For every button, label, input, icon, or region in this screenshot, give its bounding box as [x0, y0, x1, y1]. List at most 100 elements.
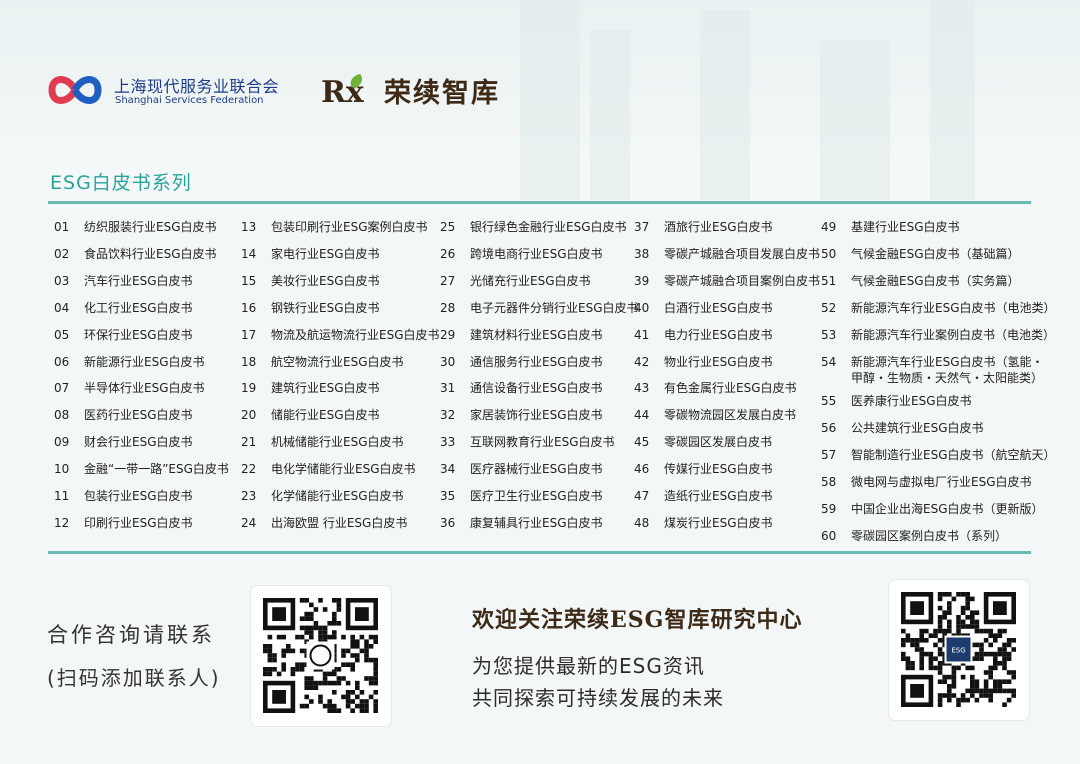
whitepaper-item: 44 零碳物流园区发展白皮书: [634, 408, 796, 423]
whitepaper-title: 家居装饰行业ESG白皮书: [470, 408, 603, 423]
whitepaper-number: 32: [440, 408, 456, 423]
background-building: [930, 0, 975, 200]
whitepaper-item: 13 包装印刷行业ESG案例白皮书: [241, 220, 428, 235]
qr-center-label: ESG: [951, 647, 965, 655]
whitepaper-title: 酒旅行业ESG白皮书: [664, 220, 773, 234]
whitepaper-title: 钢铁行业ESG白皮书: [271, 300, 380, 315]
whitepaper-number: 24: [241, 515, 257, 530]
whitepaper-item: 23 化学储能行业ESG白皮书: [241, 489, 404, 504]
whitepaper-item: 24 出海欧盟 行业ESG白皮书: [241, 515, 407, 531]
section-title: ESG白皮书系列: [50, 172, 192, 194]
whitepaper-title: 电子元器件分销行业ESG白皮书: [470, 300, 639, 315]
whitepaper-title: 建筑行业ESG白皮书: [271, 381, 380, 396]
whitepaper-item: 29 建筑材料行业ESG白皮书: [440, 328, 603, 343]
whitepaper-item: 15 美妆行业ESG白皮书: [241, 273, 380, 289]
whitepaper-title: 包装印刷行业ESG案例白皮书: [271, 220, 428, 234]
top-divider: [48, 201, 1031, 204]
whitepaper-item: 04 化工行业ESG白皮书: [54, 300, 193, 316]
whitepaper-title: 出海欧盟 行业ESG白皮书: [271, 515, 408, 530]
whitepaper-title: 零碳产城融合项目发展白皮书: [664, 246, 821, 261]
whitepaper-title: 包装行业ESG白皮书: [84, 489, 193, 503]
contact-heading: 合作咨询请联系: [47, 623, 215, 647]
whitepaper-title: 财会行业ESG白皮书: [84, 435, 193, 450]
rx-leaf-logo-icon: Rx: [321, 74, 365, 108]
whitepaper-title: 气候金融ESG白皮书（基础篇）: [851, 246, 1020, 261]
whitepaper-title: 通信服务行业ESG白皮书: [470, 354, 603, 369]
whitepaper-item: 49 基建行业ESG白皮书: [821, 220, 960, 235]
whitepaper-item: 14 家电行业ESG白皮书: [241, 247, 380, 262]
qr-pattern-icon: [263, 598, 378, 713]
whitepaper-number: 43: [634, 381, 650, 396]
whitepaper-number: 02: [54, 246, 70, 261]
whitepaper-item: 36 康复辅具行业ESG白皮书: [440, 516, 603, 531]
whitepaper-number: 30: [440, 354, 456, 369]
whitepaper-title: 零碳园区发展白皮书: [664, 435, 773, 450]
whitepaper-title: 有色金属行业ESG白皮书: [664, 381, 797, 396]
federation-name-en: Shanghai Services Federation: [115, 95, 264, 106]
wechat-qr-code[interactable]: [251, 586, 391, 726]
whitepaper-title: 跨境电商行业ESG白皮书: [470, 246, 603, 261]
whitepaper-item: 53 新能源汽车行业案例白皮书（电池类）: [821, 328, 1055, 343]
whitepaper-number: 11: [54, 489, 70, 503]
whitepaper-title: 白酒行业ESG白皮书: [664, 300, 773, 315]
whitepaper-item: 19 建筑行业ESG白皮书: [241, 381, 380, 396]
whitepaper-number: 44: [634, 408, 650, 423]
whitepaper-item: 38 零碳产城融合项目发展白皮书: [634, 247, 820, 262]
whitepaper-number: 21: [241, 435, 257, 450]
whitepaper-number: 25: [440, 220, 456, 234]
whitepaper-title: 智能制造行业ESG白皮书（航空航天）: [851, 448, 1056, 463]
whitepaper-item: 31 通信设备行业ESG白皮书: [440, 381, 603, 396]
whitepaper-title: 新能源行业ESG白皮书: [84, 354, 205, 369]
whitepaper-item: 26 跨境电商行业ESG白皮书: [440, 246, 603, 262]
whitepaper-title: 煤炭行业ESG白皮书: [664, 515, 773, 530]
whitepaper-item: 18 航空物流行业ESG白皮书: [241, 354, 404, 370]
whitepaper-title: 新能源汽车行业ESG白皮书（氢能・: [851, 354, 1044, 369]
whitepaper-item: 60 零碳园区案例白皮书（系列）: [821, 529, 1007, 544]
whitepaper-number: 40: [634, 300, 650, 315]
whitepaper-number: 26: [440, 246, 456, 261]
bottom-divider: [48, 551, 1031, 554]
whitepaper-title-continued: 甲醇・生物质・天然气・太阳能类）: [851, 370, 1044, 385]
whitepaper-number: 18: [241, 354, 257, 369]
whitepaper-number: 28: [440, 300, 456, 315]
contact-subheading: (扫码添加联系人): [47, 666, 221, 690]
whitepaper-title: 零碳园区案例白皮书（系列）: [851, 528, 1008, 543]
whitepaper-title: 金融“一带一路”ESG白皮书: [84, 462, 229, 477]
federation-name-cn: 上海现代服务业联合会: [114, 77, 280, 96]
whitepaper-number: 15: [241, 273, 257, 288]
whitepaper-number: 17: [241, 327, 257, 342]
whitepaper-number: 54: [821, 354, 837, 369]
whitepaper-item: 30 通信服务行业ESG白皮书: [440, 354, 603, 370]
whitepaper-item: 47 造纸行业ESG白皮书: [634, 489, 773, 504]
whitepaper-title: 通信设备行业ESG白皮书: [470, 381, 603, 396]
whitepaper-item: 08 医药行业ESG白皮书: [54, 408, 193, 423]
whitepaper-title: 基建行业ESG白皮书: [851, 220, 960, 234]
whitepaper-number: 27: [440, 273, 456, 288]
whitepaper-item: 09 财会行业ESG白皮书: [54, 435, 193, 450]
whitepaper-item: 57 智能制造行业ESG白皮书（航空航天）: [821, 448, 1056, 463]
whitepaper-title: 建筑材料行业ESG白皮书: [470, 327, 603, 342]
whitepaper-title: 中国企业出海ESG白皮书（更新版）: [851, 502, 1044, 516]
whitepaper-number: 46: [634, 462, 650, 477]
official-account-qr-code[interactable]: ESG: [889, 580, 1029, 720]
whitepaper-title: 电力行业ESG白皮书: [664, 327, 773, 342]
whitepaper-number: 59: [821, 502, 837, 516]
whitepaper-number: 33: [440, 435, 456, 450]
whitepaper-number: 03: [54, 273, 70, 288]
whitepaper-number: 05: [54, 327, 70, 342]
whitepaper-item: 58 微电网与虚拟电厂行业ESG白皮书: [821, 475, 1032, 490]
whitepaper-number: 42: [634, 354, 650, 369]
whitepaper-item: 02 食品饮料行业ESG白皮书: [54, 246, 217, 262]
whitepaper-title: 微电网与虚拟电厂行业ESG白皮书: [851, 475, 1032, 490]
whitepaper-item: 28 电子元器件分销行业ESG白皮书: [440, 300, 639, 316]
whitepaper-title: 银行绿色金融行业ESG白皮书: [470, 220, 627, 234]
whitepaper-item: 39 零碳产城融合项目案例白皮书: [634, 274, 820, 289]
whitepaper-number: 56: [821, 421, 837, 436]
whitepaper-number: 55: [821, 394, 837, 409]
follow-line-2: 共同探索可持续发展的未来: [472, 686, 724, 710]
background-building: [700, 10, 750, 200]
whitepaper-number: 31: [440, 381, 456, 396]
whitepaper-item: 01 纺织服装行业ESG白皮书: [54, 220, 217, 235]
whitepaper-title: 光储充行业ESG白皮书: [470, 273, 591, 288]
whitepaper-number: 04: [54, 300, 70, 315]
